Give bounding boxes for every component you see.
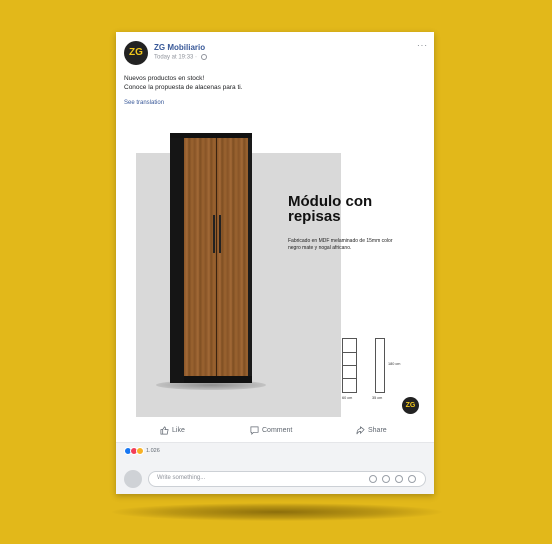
card-shadow [112, 503, 442, 521]
gif-icon[interactable] [395, 475, 403, 483]
cabinet-illustration [170, 133, 252, 383]
thumbs-up-icon [160, 426, 169, 435]
dimension-schematic: 60 cm 35 cm 180 cm [342, 338, 402, 404]
more-options-icon[interactable]: ··· [417, 41, 428, 50]
comment-placeholder: Write something... [157, 475, 206, 481]
comment-label: Comment [262, 427, 293, 434]
post-image[interactable]: Módulo con repisas Fabricado en MDF mela… [116, 118, 434, 422]
door-handle-left [213, 215, 215, 253]
page-name-link[interactable]: ZG Mobiliario [154, 43, 205, 52]
comment-input[interactable]: Write something... [148, 471, 426, 487]
product-description: Fabricado en MDF melaminado de 15mm colo… [288, 238, 393, 251]
see-translation-link[interactable]: See translation [124, 100, 164, 106]
emoji-icon[interactable] [369, 475, 377, 483]
post-header: ZG ZG Mobiliario Today at 19:33 · ··· [124, 41, 428, 67]
page-avatar[interactable]: ZG [124, 41, 148, 65]
facebook-post-card: ZG ZG Mobiliario Today at 19:33 · ··· Nu… [116, 32, 434, 494]
schematic-side [375, 338, 385, 393]
comment-icon [250, 426, 259, 435]
product-title: Módulo con repisas [288, 194, 408, 224]
reactions-bar[interactable]: 1.026 [116, 442, 434, 466]
camera-icon[interactable] [382, 475, 390, 483]
share-label: Share [368, 427, 387, 434]
schematic-front [342, 338, 357, 393]
post-meta: Today at 19:33 · [154, 54, 207, 61]
comment-button[interactable]: Comment [250, 422, 292, 440]
post-text: Nuevos productos en stock! Conoce la pro… [124, 74, 243, 92]
dim-width: 60 cm [342, 396, 353, 400]
post-text-line-1: Nuevos productos en stock! [124, 75, 205, 82]
dim-depth: 35 cm [372, 396, 383, 400]
post-timestamp[interactable]: Today at 19:33 · [154, 55, 199, 61]
globe-icon [200, 54, 207, 60]
like-label: Like [172, 427, 185, 434]
dim-height: 180 cm [388, 362, 401, 366]
user-avatar [124, 470, 142, 488]
like-button[interactable]: Like [160, 422, 185, 440]
reaction-count[interactable]: 1.026 [146, 448, 160, 454]
brand-logo: ZG [402, 397, 419, 414]
door-handle-right [219, 215, 221, 253]
wow-reaction-icon [136, 447, 144, 455]
sticker-icon[interactable] [408, 475, 416, 483]
post-actions: Like Comment Share [124, 422, 426, 440]
comment-composer: Write something... [116, 465, 434, 494]
share-button[interactable]: Share [356, 422, 387, 440]
product-title-line-1: Módulo con [288, 193, 373, 210]
product-title-line-2: repisas [288, 208, 341, 225]
post-text-line-2: Conoce la propuesta de alacenas para ti. [124, 84, 243, 91]
share-icon [356, 425, 365, 434]
